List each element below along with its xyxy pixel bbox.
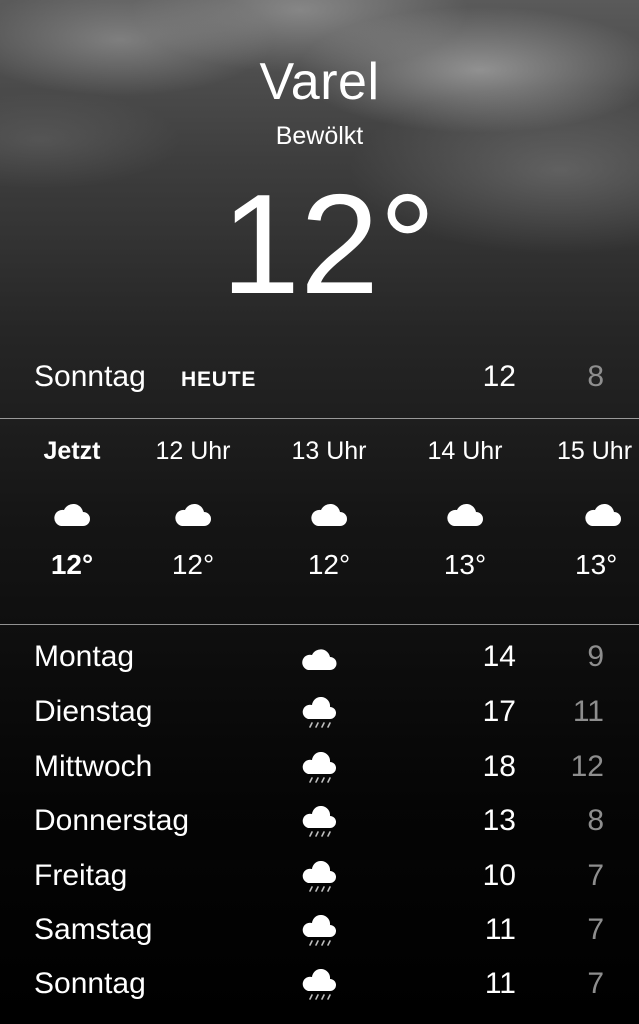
hour-temp: 13°	[443, 549, 487, 580]
hour-label: 15 Uhr	[557, 437, 633, 465]
day-name: Dienstag	[34, 695, 153, 728]
day-name: Donnerstag	[34, 804, 190, 837]
hour-item: 12 Uhr 12°	[133, 432, 253, 612]
day-high-temp: 17	[482, 695, 516, 728]
hour-label: 12 Uhr	[155, 437, 231, 465]
divider	[0, 418, 639, 419]
day-low-temp: 7	[587, 967, 604, 1000]
day-low-temp: 7	[587, 913, 604, 946]
daily-row: Donnerstag 13 8	[0, 796, 639, 850]
hour-item: 14 Uhr 13°	[405, 432, 525, 612]
day-high-temp: 10	[482, 859, 516, 892]
day-high-temp: 14	[482, 640, 516, 673]
city-name: Varel	[259, 53, 380, 111]
day-low-temp: 8	[587, 804, 604, 837]
day-name: Freitag	[34, 859, 128, 892]
day-name: Mittwoch	[34, 750, 153, 783]
cloud-rain-icon	[302, 806, 336, 837]
day-name: Samstag	[34, 913, 153, 946]
day-low-temp: 12	[570, 750, 604, 783]
daily-row: Sonntag 11 7	[0, 959, 639, 1013]
today-high-temp: 12	[482, 360, 516, 393]
hour-label: Jetzt	[43, 437, 101, 465]
today-badge: HEUTE	[181, 368, 257, 391]
hour-temp: 12°	[50, 549, 94, 580]
day-high-temp: 11	[484, 967, 516, 1000]
cloud-rain-icon	[302, 915, 336, 946]
hour-label: 14 Uhr	[427, 437, 503, 465]
today-low-temp: 8	[587, 360, 604, 393]
day-name: Sonntag	[34, 967, 146, 1000]
cloud-icon	[175, 503, 211, 526]
daily-row: Mittwoch 18 12	[0, 742, 639, 796]
cloud-icon	[585, 503, 621, 526]
cloud-rain-icon	[302, 861, 336, 892]
hour-item: Jetzt 12°	[12, 432, 132, 612]
hour-label: 13 Uhr	[291, 437, 367, 465]
day-high-temp: 18	[482, 750, 516, 783]
today-day-label: Sonntag	[34, 360, 146, 393]
cloud-icon	[311, 503, 347, 526]
cloud-rain-icon	[302, 969, 336, 1000]
cloud-rain-icon	[302, 752, 336, 783]
day-low-temp: 11	[572, 695, 604, 728]
day-name: Montag	[34, 640, 135, 673]
day-high-temp: 13	[482, 804, 516, 837]
day-low-temp: 9	[587, 640, 604, 673]
hour-item: 15 Uhr 13°	[541, 432, 639, 612]
cloud-icon	[54, 503, 90, 526]
cloud-icon	[302, 649, 337, 670]
cloud-rain-icon	[302, 697, 336, 728]
cloud-icon	[447, 503, 483, 526]
hour-item: 13 Uhr 12°	[269, 432, 389, 612]
hour-temp: 12°	[307, 549, 351, 580]
weather-screen: Varel Bewölkt 12° Sonntag HEUTE 12 8 Jet…	[0, 0, 639, 1024]
day-high-temp: 11	[484, 913, 516, 946]
day-low-temp: 7	[587, 859, 604, 892]
current-temperature: 12°	[221, 165, 436, 324]
daily-row: Freitag 10 7	[0, 851, 639, 905]
divider	[0, 624, 639, 625]
hour-temp: 13°	[575, 549, 618, 580]
hour-temp: 12°	[171, 549, 215, 580]
daily-row: Dienstag 17 11	[0, 687, 639, 741]
daily-row: Montag 14 9	[0, 632, 639, 686]
daily-row: Samstag 11 7	[0, 905, 639, 959]
weather-condition: Bewölkt	[275, 122, 364, 150]
